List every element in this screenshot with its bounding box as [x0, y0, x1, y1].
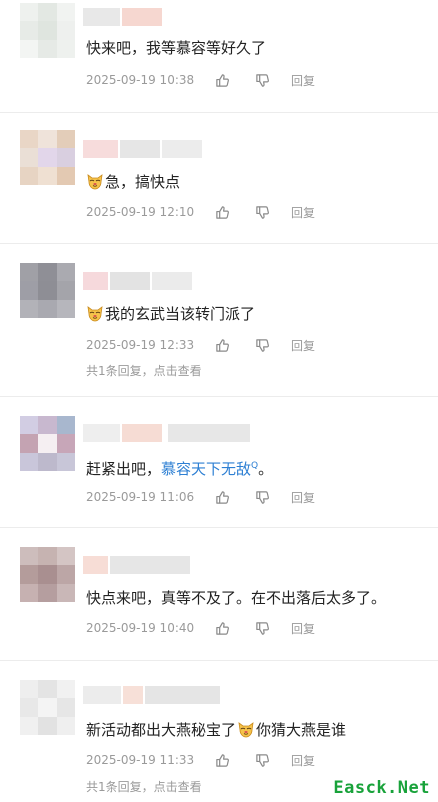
view-replies-link[interactable]: 共1条回复，点击查看: [86, 778, 202, 795]
divider: [0, 396, 438, 397]
username[interactable]: [83, 556, 190, 574]
thumbs-down-icon[interactable]: [254, 72, 270, 88]
comment-meta: 2025-09-19 11:33 回复: [86, 751, 315, 769]
thumbs-down-icon[interactable]: [254, 337, 270, 353]
divider: [0, 527, 438, 528]
comment-date: 2025-09-19 10:40: [86, 621, 195, 635]
username[interactable]: [83, 272, 192, 290]
thumbs-up-icon[interactable]: [214, 204, 230, 220]
comment-text: 赶紧出吧，慕容天下无敌Q。: [86, 460, 274, 478]
comment-date: 2025-09-19 12:10: [86, 205, 195, 219]
reply-button[interactable]: 回复: [291, 204, 315, 221]
thumbs-up-icon[interactable]: [214, 337, 230, 353]
thumbs-up-icon[interactable]: [214, 489, 230, 505]
watermark: Easck.Net: [333, 778, 430, 798]
avatar[interactable]: [20, 130, 75, 185]
avatar[interactable]: [20, 416, 75, 471]
comment-meta: 2025-09-19 10:38 回复: [86, 71, 315, 89]
cat-emoji-icon: [86, 172, 104, 190]
thumbs-down-icon[interactable]: [254, 489, 270, 505]
username[interactable]: [83, 686, 220, 704]
comment-text: 急，搞快点: [86, 172, 180, 192]
comment-meta: 2025-09-19 10:40 回复: [86, 619, 315, 637]
reply-button[interactable]: 回复: [291, 752, 315, 769]
thumbs-down-icon[interactable]: [254, 204, 270, 220]
username[interactable]: [83, 8, 162, 26]
username[interactable]: [83, 140, 202, 158]
thumbs-up-icon[interactable]: [214, 620, 230, 636]
avatar[interactable]: [20, 3, 75, 58]
comment-meta: 2025-09-19 12:10 回复: [86, 203, 315, 221]
comment-date: 2025-09-19 12:33: [86, 338, 195, 352]
comment-meta: 2025-09-19 12:33 回复: [86, 336, 315, 354]
avatar[interactable]: [20, 263, 75, 318]
comment-text: 我的玄武当该转门派了: [86, 304, 255, 324]
comment-date: 2025-09-19 11:06: [86, 490, 195, 504]
divider: [0, 243, 438, 244]
thumbs-up-icon[interactable]: [214, 752, 230, 768]
divider: [0, 660, 438, 661]
comment-text: 新活动都出大燕秘宝了 你猜大燕是谁: [86, 720, 347, 739]
thumbs-down-icon[interactable]: [254, 620, 270, 636]
comment-item: 快来吧，我等慕容等好久了 2025-09-19 10:38 回复: [0, 0, 438, 115]
cat-emoji-icon: [86, 304, 104, 322]
reply-button[interactable]: 回复: [291, 72, 315, 89]
reply-button[interactable]: 回复: [291, 620, 315, 637]
thumbs-up-icon[interactable]: [214, 72, 230, 88]
comment-meta: 2025-09-19 11:06 回复: [86, 488, 315, 506]
thumbs-down-icon[interactable]: [254, 752, 270, 768]
comment-text: 快来吧，我等慕容等好久了: [86, 39, 267, 57]
reply-button[interactable]: 回复: [291, 489, 315, 506]
avatar[interactable]: [20, 547, 75, 602]
username[interactable]: [83, 424, 250, 442]
comment-date: 2025-09-19 10:38: [86, 73, 195, 87]
cat-emoji-icon: [237, 720, 255, 738]
avatar[interactable]: [20, 680, 75, 735]
comment-text: 快点来吧，真等不及了。在不出落后太多了。: [86, 589, 387, 607]
view-replies-link[interactable]: 共1条回复，点击查看: [86, 362, 202, 379]
comment-date: 2025-09-19 11:33: [86, 753, 195, 767]
divider: [0, 112, 438, 113]
reply-button[interactable]: 回复: [291, 337, 315, 354]
hashtag-link[interactable]: 慕容天下无敌: [161, 460, 251, 478]
